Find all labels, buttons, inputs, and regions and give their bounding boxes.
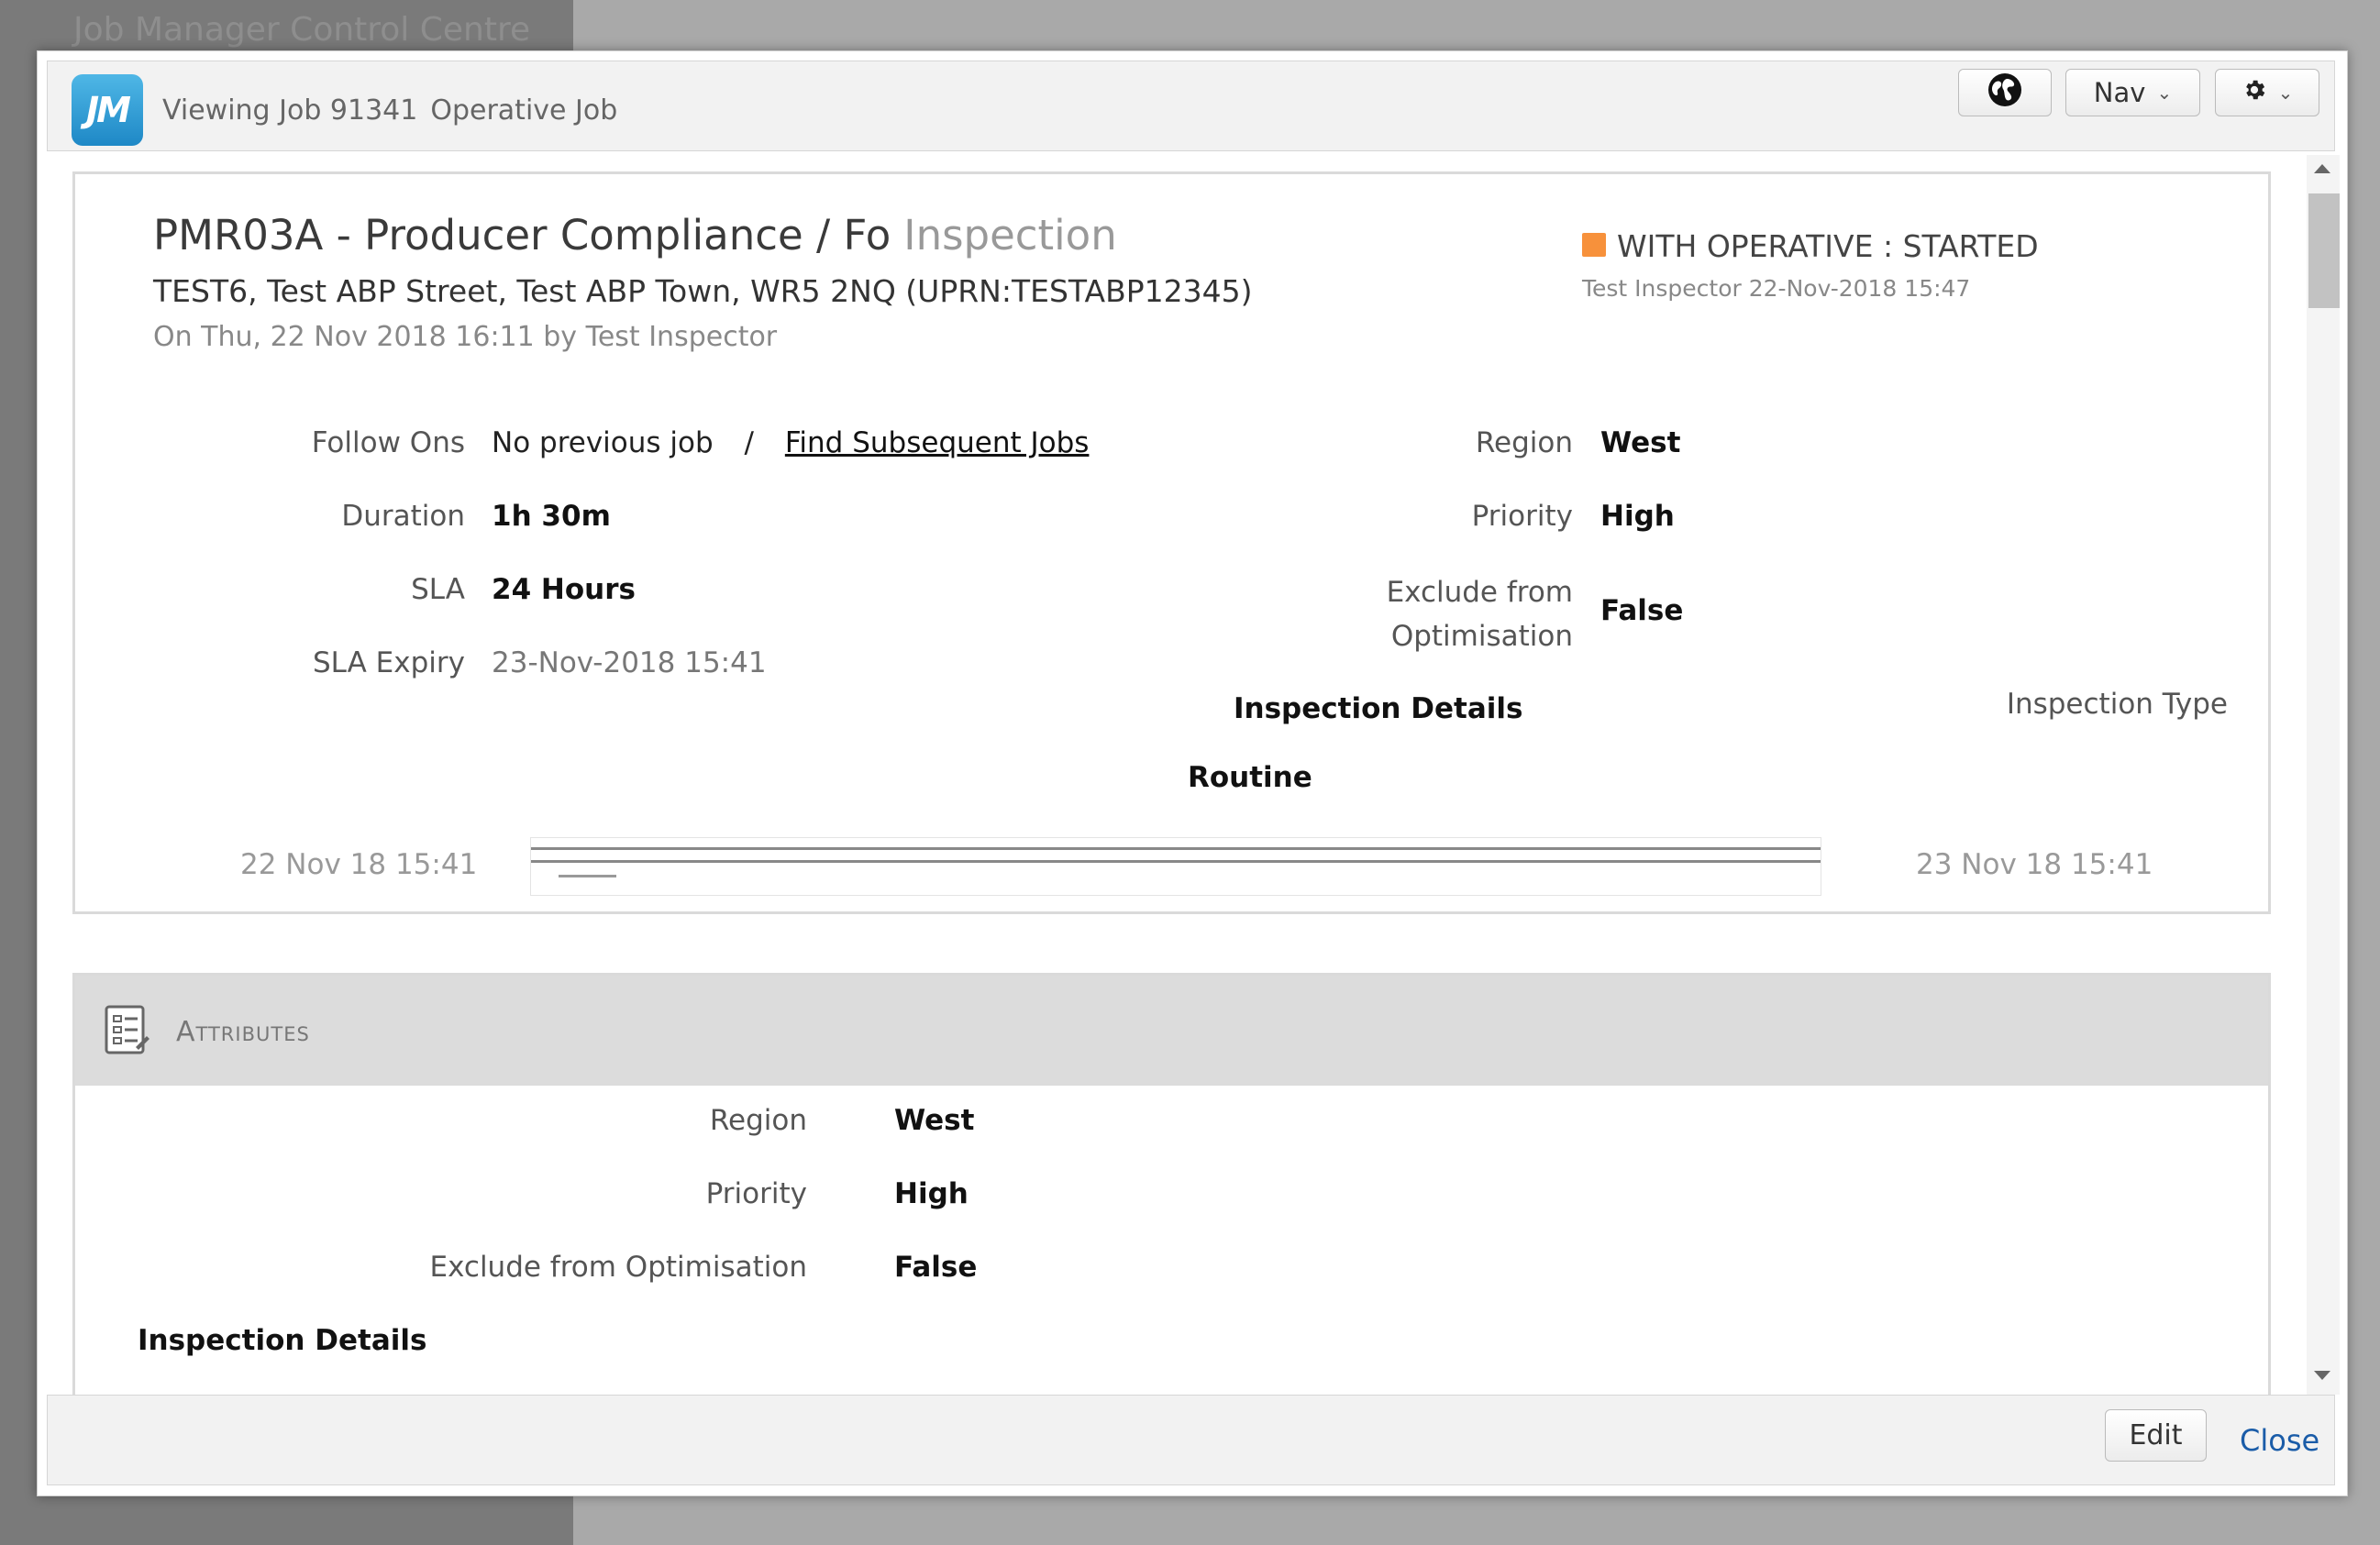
attr-inspection-details-heading: Inspection Details bbox=[138, 1324, 427, 1357]
attributes-header[interactable]: Attributes bbox=[75, 976, 2268, 1086]
timeline-start: 22 Nov 18 15:41 bbox=[240, 848, 478, 881]
status-text: WITH OPERATIVE : STARTED bbox=[1617, 228, 2039, 264]
duration-value: 1h 30m bbox=[492, 500, 611, 533]
dialog-header: JM Viewing Job 91341 Operative Job Nav ⌄ bbox=[47, 61, 2335, 151]
background-app-title: Job Manager Control Centre bbox=[73, 11, 531, 49]
exclude-optimisation-value: False bbox=[1600, 594, 1684, 627]
scrollbar-thumb[interactable] bbox=[2308, 193, 2340, 308]
timeline-line-window bbox=[531, 860, 1821, 863]
app-logo: JM bbox=[72, 74, 143, 146]
attr-region-label: Region bbox=[709, 1104, 807, 1137]
follow-ons-separator: / bbox=[744, 426, 754, 459]
priority-value: High bbox=[1600, 500, 1675, 533]
exclude-label-line-1: Exclude from bbox=[1386, 576, 1573, 609]
scroll-down-icon[interactable] bbox=[2314, 1371, 2330, 1380]
sla-expiry-label: SLA Expiry bbox=[312, 646, 465, 679]
priority-label: Priority bbox=[1471, 500, 1573, 533]
follow-ons-label: Follow Ons bbox=[311, 426, 465, 459]
globe-icon bbox=[1987, 72, 2023, 115]
region-value: West bbox=[1600, 426, 1681, 459]
job-type: Inspection bbox=[903, 211, 1117, 259]
attributes-title: Attributes bbox=[176, 1016, 310, 1048]
job-created: On Thu, 22 Nov 2018 16:11 by Test Inspec… bbox=[153, 321, 778, 353]
job-title: PMR03A - Producer Compliance / Fo Inspect… bbox=[153, 211, 1117, 259]
dialog-scroll-area[interactable]: PMR03A - Producer Compliance / Fo Inspect… bbox=[38, 155, 2347, 1395]
attr-priority-value: High bbox=[894, 1177, 969, 1210]
attr-region-value: West bbox=[894, 1104, 975, 1137]
chevron-down-icon: ⌄ bbox=[2277, 82, 2294, 104]
find-subsequent-jobs-link[interactable]: Find Subsequent Jobs bbox=[785, 426, 1090, 459]
sla-label: SLA bbox=[411, 573, 465, 606]
exclude-optimisation-label: Exclude from Optimisation bbox=[1387, 570, 1573, 658]
gear-icon bbox=[2242, 77, 2267, 109]
dialog-footer: Edit Close bbox=[47, 1395, 2335, 1485]
follow-ons-row: No previous job / Find Subsequent Jobs bbox=[492, 426, 1089, 459]
nav-button-label: Nav bbox=[2093, 77, 2146, 108]
job-address: TEST6, Test ABP Street, Test ABP Town, W… bbox=[153, 273, 1253, 309]
follow-ons-value: No previous job bbox=[492, 426, 714, 459]
scroll-up-icon[interactable] bbox=[2314, 164, 2330, 173]
job-summary-panel: PMR03A - Producer Compliance / Fo Inspect… bbox=[72, 171, 2271, 914]
timeline-end: 23 Nov 18 15:41 bbox=[1916, 848, 2153, 881]
settings-button[interactable]: ⌄ bbox=[2215, 69, 2319, 116]
status-by: Test Inspector 22-Nov-2018 15:47 bbox=[1582, 275, 1971, 302]
sla-value: 24 Hours bbox=[492, 573, 636, 606]
status-indicator bbox=[1582, 233, 1606, 257]
attr-exclude-value: False bbox=[894, 1251, 978, 1284]
dialog-title-text: Viewing Job 91341 bbox=[162, 94, 418, 127]
clipboard-list-icon bbox=[103, 1003, 150, 1056]
inspection-type-value: Routine bbox=[1188, 761, 1312, 794]
attributes-panel: Attributes Region West Priority High Exc… bbox=[72, 973, 2271, 1395]
dialog-title: Viewing Job 91341 Operative Job bbox=[162, 94, 617, 127]
job-dialog: JM Viewing Job 91341 Operative Job Nav ⌄ bbox=[37, 50, 2348, 1496]
attr-exclude-label: Exclude from Optimisation bbox=[429, 1251, 807, 1284]
vertical-scrollbar[interactable] bbox=[2307, 155, 2340, 1395]
close-link[interactable]: Close bbox=[2240, 1423, 2319, 1458]
job-title-text: PMR03A - Producer Compliance / Fo bbox=[153, 211, 891, 259]
chevron-down-icon: ⌄ bbox=[2156, 82, 2173, 104]
region-label: Region bbox=[1475, 426, 1573, 459]
timeline-track bbox=[530, 837, 1821, 896]
globe-button[interactable] bbox=[1958, 69, 2052, 116]
dialog-subtitle: Operative Job bbox=[430, 94, 618, 127]
attr-priority-label: Priority bbox=[705, 1177, 807, 1210]
duration-label: Duration bbox=[341, 500, 465, 533]
timeline-line-scheduled bbox=[531, 847, 1821, 850]
exclude-label-line-2: Optimisation bbox=[1390, 620, 1573, 653]
inspection-details-heading: Inspection Details bbox=[1234, 692, 1523, 725]
sla-expiry-value: 23-Nov-2018 15:41 bbox=[492, 646, 767, 679]
timeline-progress bbox=[559, 875, 616, 877]
inspection-type-label: Inspection Type bbox=[2006, 688, 2228, 721]
edit-button[interactable]: Edit bbox=[2105, 1409, 2207, 1462]
nav-button[interactable]: Nav ⌄ bbox=[2065, 69, 2200, 116]
